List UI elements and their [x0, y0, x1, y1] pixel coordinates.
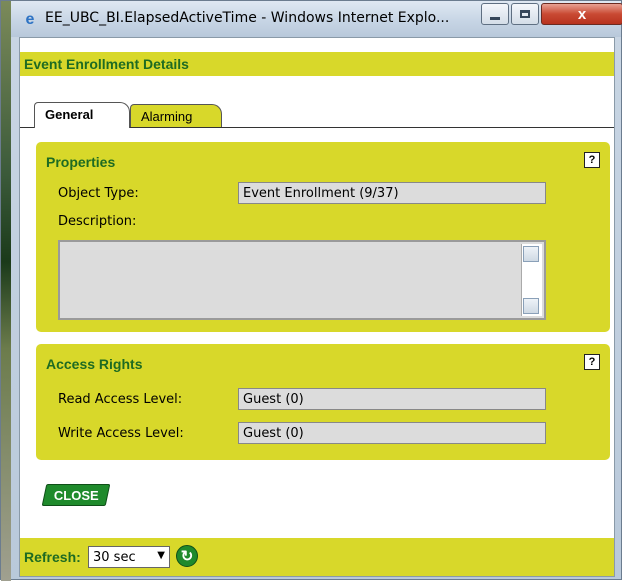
details-header: Event Enrollment Details — [20, 52, 614, 76]
refresh-icon[interactable]: ↻ — [176, 545, 198, 567]
window-close-button[interactable]: x — [541, 3, 622, 25]
object-type-label: Object Type: — [58, 186, 139, 201]
help-icon[interactable]: ? — [584, 354, 600, 370]
scroll-down-button[interactable] — [523, 298, 539, 314]
tab-bar: General Alarming — [20, 100, 614, 130]
access-rights-title: Access Rights — [46, 356, 143, 372]
tab-label: Alarming — [141, 109, 193, 124]
write-access-label: Write Access Level: — [58, 426, 184, 441]
window-titlebar[interactable]: e EE_UBC_BI.ElapsedActiveTime - Windows … — [11, 1, 622, 37]
object-type-field: Event Enrollment (9/37) — [238, 182, 546, 204]
refresh-label: Refresh: — [24, 549, 81, 565]
refresh-interval-select[interactable]: 30 sec ▼ — [88, 546, 170, 568]
refresh-interval-value: 30 sec — [93, 550, 136, 565]
page-title: Event Enrollment Details — [24, 56, 189, 72]
read-access-field: Guest (0) — [238, 388, 546, 410]
refresh-bar: Refresh: 30 sec ▼ ↻ — [20, 538, 614, 576]
tab-general[interactable]: General — [34, 102, 130, 128]
properties-title: Properties — [46, 154, 116, 170]
description-scrollbar[interactable] — [521, 244, 542, 316]
maximize-button[interactable] — [511, 3, 539, 25]
minimize-icon — [490, 16, 500, 20]
ie-icon: e — [25, 11, 35, 28]
help-icon[interactable]: ? — [584, 152, 600, 168]
tab-label: General — [45, 107, 94, 122]
description-textarea[interactable] — [58, 240, 546, 320]
read-access-label: Read Access Level: — [58, 392, 183, 407]
background-bleed — [1, 1, 11, 581]
scroll-up-button[interactable] — [523, 246, 539, 262]
description-label: Description: — [58, 214, 137, 229]
browser-window: e EE_UBC_BI.ElapsedActiveTime - Windows … — [0, 0, 622, 581]
properties-panel: Properties ? Object Type: Event Enrollme… — [36, 142, 610, 332]
close-button[interactable]: CLOSE — [41, 484, 111, 506]
close-icon: x — [577, 5, 587, 23]
minimize-button[interactable] — [481, 3, 509, 25]
write-access-field: Guest (0) — [238, 422, 546, 444]
chevron-down-icon: ▼ — [157, 550, 165, 561]
window-title: EE_UBC_BI.ElapsedActiveTime - Windows In… — [45, 10, 450, 26]
access-rights-panel: Access Rights ? Read Access Level: Guest… — [36, 344, 610, 460]
close-button-label: CLOSE — [53, 487, 99, 503]
page-content: Event Enrollment Details General Alarmin… — [19, 37, 615, 577]
maximize-icon — [520, 10, 530, 18]
tab-alarming[interactable]: Alarming — [130, 104, 222, 128]
